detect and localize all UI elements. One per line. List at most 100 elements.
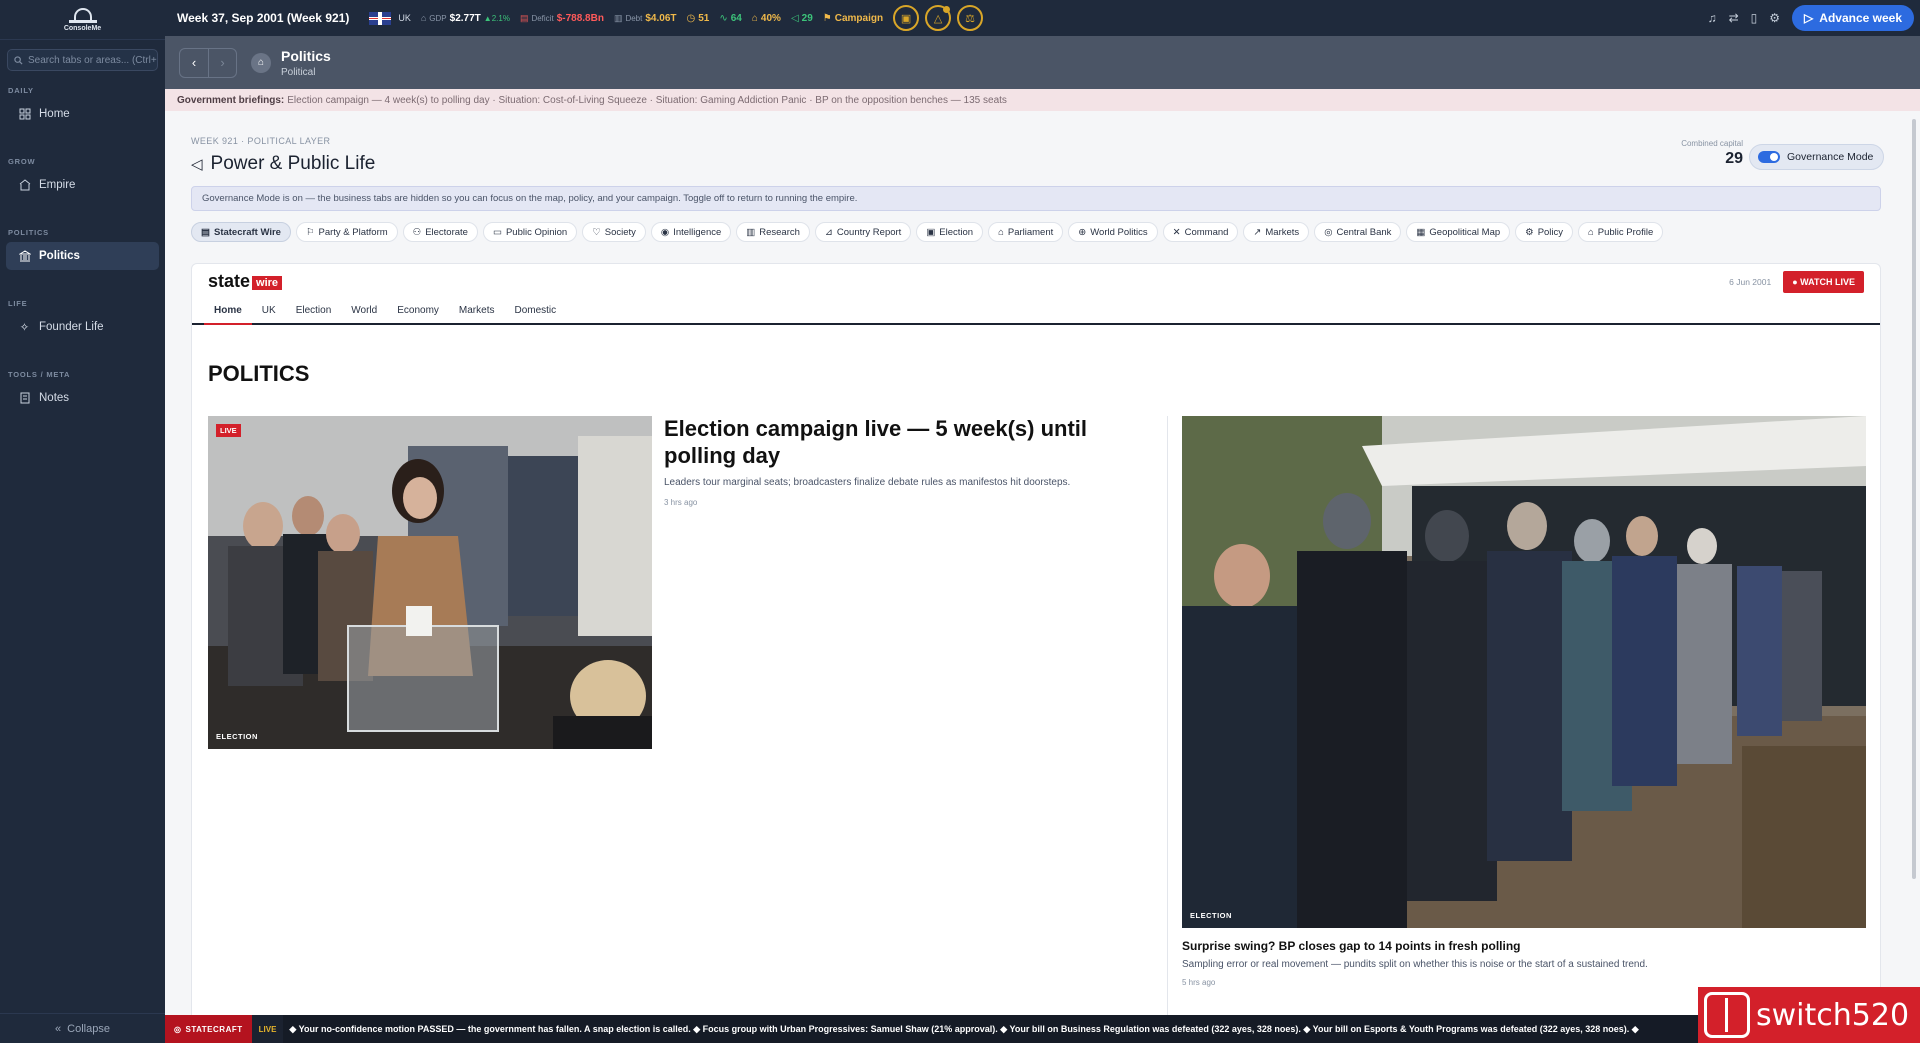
sidebar-search-input[interactable]: Search tabs or areas... (Ctrl+ xyxy=(7,49,158,71)
sidebar-item-home[interactable]: Home xyxy=(6,100,159,128)
wire-nav-world[interactable]: World xyxy=(341,305,387,323)
wire-brand: state xyxy=(208,271,251,291)
sidebar-item-label: Home xyxy=(39,108,70,120)
landmark-icon: ⌂ xyxy=(1588,226,1594,238)
tab-label: Central Bank xyxy=(1336,226,1392,238)
wire-nav-economy[interactable]: Economy xyxy=(387,305,449,323)
bank-icon: ⌂ xyxy=(751,12,758,24)
tab-central-bank[interactable]: ◎ Central Bank xyxy=(1314,222,1402,242)
tab-electorate[interactable]: ⚇ Electorate xyxy=(402,222,478,242)
statecraft-wire-panel: state wire 6 Jun 2001 ● WATCH LIVE Home … xyxy=(191,263,1881,1015)
wire-nav-home[interactable]: Home xyxy=(204,305,252,325)
tab-world-politics[interactable]: ⊕ World Politics xyxy=(1068,222,1158,242)
sidebar-item-notes[interactable]: Notes xyxy=(6,384,159,412)
week-indicator: Week 37, Sep 2001 (Week 921) xyxy=(177,11,350,25)
tab-society[interactable]: ♡ Society xyxy=(582,222,646,242)
stat-share[interactable]: ⌂ 40% xyxy=(752,13,781,24)
gdp-stat[interactable]: ⌂ GDP $2.77T ▲2.1% xyxy=(421,13,510,24)
gear-icon[interactable]: ⚙ xyxy=(1769,11,1780,25)
tab-public-profile[interactable]: ⌂ Public Profile xyxy=(1578,222,1664,242)
collapse-button[interactable]: « Collapse xyxy=(0,1013,165,1043)
main-scrollbar[interactable] xyxy=(1912,115,1918,1010)
main-content: WEEK 921 · POLITICAL LAYER ◁ Power & Pub… xyxy=(165,111,1920,1015)
governance-notice: Governance Mode is on — the business tab… xyxy=(191,186,1881,211)
message-icon: ▭ xyxy=(492,226,502,238)
book-icon[interactable]: ▯ xyxy=(1751,11,1758,25)
category-label: ELECTION xyxy=(1190,911,1232,920)
stat-activity[interactable]: ∿ 64 xyxy=(719,13,742,24)
stat-capital[interactable]: ◁ 29 xyxy=(791,13,813,24)
sidebar-item-politics[interactable]: Politics xyxy=(6,242,159,270)
chevron-right-icon: › xyxy=(220,55,225,70)
deficit-stat[interactable]: ▤ Deficit $-788.8Bn xyxy=(520,13,604,24)
country-indicator[interactable]: UK xyxy=(369,11,411,25)
advance-week-button[interactable]: ▷ Advance week xyxy=(1792,5,1914,31)
forward-button[interactable]: › xyxy=(208,48,236,77)
tab-label: Statecraft Wire xyxy=(213,226,281,238)
scale-alert-icon[interactable]: ⚖ xyxy=(957,5,984,31)
lead-story-age: 3 hrs ago xyxy=(664,498,698,507)
tab-label: Party & Platform xyxy=(318,226,388,238)
second-story-image[interactable]: ELECTION xyxy=(1182,416,1866,928)
wire-nav-uk[interactable]: UK xyxy=(252,305,286,323)
sidebar-section-grow: GROW xyxy=(8,157,36,166)
sidebar-item-label: Notes xyxy=(39,392,70,404)
gdp-value: $2.77T xyxy=(449,12,481,24)
wire-header: state wire 6 Jun 2001 ● WATCH LIVE xyxy=(192,264,1880,299)
tab-intelligence[interactable]: ◉ Intelligence xyxy=(650,222,732,242)
newspaper-icon: ▤ xyxy=(201,226,210,238)
wire-nav-election[interactable]: Election xyxy=(286,305,342,323)
tab-geopolitical-map[interactable]: ▦ Geopolitical Map xyxy=(1406,222,1511,242)
logo[interactable]: ConsoleMe xyxy=(0,0,165,40)
wire-brand-logo[interactable]: state wire xyxy=(208,271,283,292)
wire-nav-markets[interactable]: Markets xyxy=(449,305,505,323)
tab-country-report[interactable]: ⊿ Country Report xyxy=(814,222,912,242)
uk-flag-icon xyxy=(369,11,392,25)
tab-party-platform[interactable]: ⚐ Party & Platform xyxy=(295,222,398,242)
watch-live-button[interactable]: ● WATCH LIVE xyxy=(1783,270,1864,293)
wire-date: 6 Jun 2001 xyxy=(1729,276,1772,287)
tab-command[interactable]: ✕ Command xyxy=(1162,222,1239,242)
sidebar: ConsoleMe Search tabs or areas... (Ctrl+… xyxy=(0,0,165,1043)
tab-election[interactable]: ▣ Election xyxy=(916,222,984,242)
lead-story-headline[interactable]: Election campaign live — 5 week(s) until… xyxy=(664,416,1154,470)
tab-statecraft-wire[interactable]: ▤ Statecraft Wire xyxy=(191,222,291,242)
warning-alert-icon[interactable]: △ xyxy=(925,5,952,31)
page-kicker: WEEK 921 · POLITICAL LAYER xyxy=(191,136,331,146)
second-story-age: 5 hrs ago xyxy=(1182,978,1216,987)
lead-story-image[interactable]: LIVE ELECTION xyxy=(208,416,652,749)
tab-research[interactable]: ▥ Research xyxy=(736,222,810,242)
landmark-icon xyxy=(18,250,31,263)
tab-public-opinion[interactable]: ▭ Public Opinion xyxy=(482,222,578,242)
logo-text: ConsoleMe xyxy=(63,24,102,32)
grid-icon xyxy=(18,108,31,121)
flag-icon: ⚐ xyxy=(305,226,315,238)
tab-policy[interactable]: ⚙ Policy xyxy=(1515,222,1574,242)
column-divider xyxy=(1167,416,1168,1015)
debt-stat[interactable]: ▥ Debt $4.06T xyxy=(614,13,677,24)
sidebar-item-founder-life[interactable]: ✧ Founder Life xyxy=(6,313,159,341)
campaign-label: Campaign xyxy=(834,12,884,24)
megaphone-icon: ◁ xyxy=(790,12,799,24)
watermark: switch520 xyxy=(1698,987,1920,1043)
sidebar-item-empire[interactable]: Empire xyxy=(6,171,159,199)
sidebar-section-politics: POLITICS xyxy=(8,228,49,237)
governance-mode-toggle[interactable]: Governance Mode xyxy=(1749,144,1885,170)
back-button[interactable]: ‹ xyxy=(180,49,208,77)
tab-label: World Politics xyxy=(1090,226,1148,238)
building-icon xyxy=(18,179,31,192)
capitol-logo-icon: ConsoleMe xyxy=(63,6,103,34)
campaign-button[interactable]: ⚑ Campaign xyxy=(823,13,883,24)
wire-nav-domestic[interactable]: Domestic xyxy=(504,305,566,323)
ticker-brand-label: STATECRAFT xyxy=(185,1024,243,1034)
ballot-alert-icon[interactable]: ▣ xyxy=(893,5,920,31)
chevron-left-icon: ‹ xyxy=(191,55,197,70)
tab-markets[interactable]: ↗ Markets xyxy=(1243,222,1310,242)
sliders-icon[interactable]: ⇄ xyxy=(1729,11,1739,25)
tab-parliament[interactable]: ⌂ Parliament xyxy=(988,222,1064,242)
government-briefing-bar[interactable]: Government briefings: Election campaign … xyxy=(165,89,1920,111)
music-icon[interactable]: ♫ xyxy=(1708,11,1717,25)
stat-approval[interactable]: ◷ 51 xyxy=(687,13,710,24)
ticker-live-badge: LIVE xyxy=(251,1015,284,1043)
second-story-headline[interactable]: Surprise swing? BP closes gap to 14 poin… xyxy=(1182,939,1521,953)
